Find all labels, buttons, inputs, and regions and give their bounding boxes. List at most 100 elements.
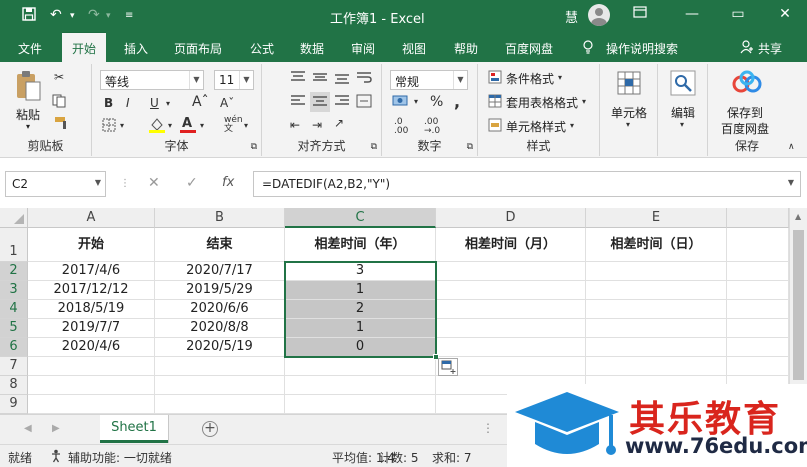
column-header-d[interactable]: D — [436, 208, 586, 228]
search-icon[interactable] — [670, 70, 696, 99]
font-dialog-launcher-icon[interactable]: ⧉ — [251, 142, 257, 152]
prev-sheet-icon[interactable]: ◀ — [24, 423, 32, 434]
baidu-netdisk-icon[interactable] — [732, 70, 762, 99]
user-name[interactable]: 慧 — [565, 7, 578, 26]
column-header-c[interactable]: C — [285, 208, 436, 228]
chevron-down-icon[interactable]: ▾ — [680, 120, 684, 129]
table-cell[interactable] — [436, 357, 586, 376]
font-color-icon[interactable]: A — [182, 116, 192, 131]
paste-dropdown-icon[interactable]: ▾ — [26, 122, 30, 131]
underline-dropdown-icon[interactable]: ▾ — [166, 99, 170, 108]
align-left-icon[interactable] — [290, 94, 306, 111]
table-cell[interactable]: 2017/4/6 — [28, 262, 155, 281]
table-cell-active[interactable]: 3 — [285, 262, 436, 281]
align-center-icon[interactable] — [310, 92, 330, 112]
table-cell[interactable]: 2017/12/12 — [28, 281, 155, 300]
table-cell[interactable] — [436, 300, 586, 319]
copy-icon[interactable] — [52, 94, 68, 111]
table-cell[interactable] — [436, 338, 586, 357]
table-cell[interactable] — [285, 395, 436, 414]
alignment-dialog-launcher-icon[interactable]: ⧉ — [371, 142, 377, 152]
tab-view[interactable]: 视图 — [402, 40, 426, 57]
table-cell[interactable] — [436, 319, 586, 338]
comma-style-icon[interactable]: , — [454, 92, 460, 111]
table-header-cell[interactable]: 相差时间（月） — [436, 228, 586, 262]
table-cell[interactable] — [28, 357, 155, 376]
font-name-select[interactable]: 等线 ▼ — [100, 70, 204, 90]
tab-formulas[interactable]: 公式 — [250, 40, 274, 57]
table-cell[interactable]: 2020/6/6 — [155, 300, 285, 319]
phonetic-dropdown-icon[interactable]: ▾ — [244, 121, 248, 130]
align-right-icon[interactable] — [334, 94, 350, 111]
row-header[interactable]: 6 — [0, 338, 28, 357]
increase-decimal-icon[interactable]: .0.00 — [394, 118, 408, 136]
add-sheet-icon[interactable]: + — [202, 421, 218, 437]
accounting-format-icon[interactable] — [392, 94, 410, 111]
borders-icon[interactable] — [102, 118, 116, 135]
borders-dropdown-icon[interactable]: ▾ — [120, 121, 124, 130]
increase-indent-icon[interactable]: ⇥ — [312, 118, 322, 132]
name-box[interactable]: C2 ▼ — [5, 171, 106, 197]
enter-formula-icon[interactable]: ✓ — [186, 175, 198, 191]
underline-icon[interactable]: U — [150, 96, 159, 110]
chevron-down-icon[interactable]: ▾ — [626, 120, 630, 129]
row-header[interactable]: 2 — [0, 262, 28, 281]
table-cell[interactable] — [586, 300, 727, 319]
table-cell[interactable] — [285, 376, 436, 395]
table-cell[interactable]: 2018/5/19 — [28, 300, 155, 319]
table-cell[interactable]: 2020/7/17 — [155, 262, 285, 281]
table-cell[interactable] — [436, 262, 586, 281]
table-cell[interactable] — [155, 357, 285, 376]
table-cell[interactable]: 2020/5/19 — [155, 338, 285, 357]
redo-dropdown-icon[interactable]: ▾ — [106, 11, 111, 21]
collapse-ribbon-icon[interactable]: ∧ — [788, 142, 795, 152]
table-cell[interactable] — [586, 357, 727, 376]
minimize-icon[interactable]: — — [682, 6, 702, 22]
redo-icon[interactable]: ↷ — [88, 7, 100, 23]
accounting-dropdown-icon[interactable]: ▾ — [414, 97, 418, 106]
paste-icon[interactable] — [14, 70, 42, 105]
decrease-indent-icon[interactable]: ⇤ — [290, 118, 300, 132]
table-cell[interactable] — [586, 319, 727, 338]
table-cell[interactable] — [586, 262, 727, 281]
cell-styles-button[interactable]: 单元格样式 — [506, 118, 566, 135]
table-cell[interactable] — [727, 319, 789, 338]
tab-file[interactable]: 文件 — [18, 40, 42, 57]
table-cell[interactable] — [727, 300, 789, 319]
chevron-down-icon[interactable]: ▾ — [570, 121, 574, 130]
customize-toolbar-icon[interactable]: ≡ — [125, 10, 133, 21]
conditional-format-button[interactable]: 条件格式 — [506, 70, 554, 87]
increase-font-icon[interactable]: Aˆ — [192, 94, 209, 110]
table-cell[interactable] — [285, 357, 436, 376]
share-button[interactable]: 共享 — [758, 40, 782, 57]
align-top-icon[interactable] — [290, 70, 306, 87]
table-cell[interactable] — [727, 262, 789, 281]
insert-function-icon[interactable]: fx — [222, 175, 234, 190]
font-color-dropdown-icon[interactable]: ▾ — [200, 121, 204, 130]
row-header[interactable]: 4 — [0, 300, 28, 319]
tab-help[interactable]: 帮助 — [454, 40, 478, 57]
sheet-bar-splitter-icon[interactable]: ⋮ — [482, 421, 494, 435]
table-cell[interactable]: 1 — [285, 319, 436, 338]
table-cell[interactable] — [155, 376, 285, 395]
table-cell[interactable] — [155, 395, 285, 414]
table-cell[interactable] — [727, 228, 789, 262]
paste-label[interactable]: 粘贴 — [16, 106, 40, 123]
format-as-table-button[interactable]: 套用表格格式 — [506, 94, 578, 111]
chevron-down-icon[interactable]: ▾ — [558, 73, 562, 82]
undo-icon[interactable]: ↶ — [50, 7, 62, 23]
table-cell[interactable] — [28, 395, 155, 414]
table-cell[interactable] — [727, 357, 789, 376]
select-all-button[interactable] — [0, 208, 28, 228]
chevron-down-icon[interactable]: ▾ — [582, 97, 586, 106]
table-cell[interactable]: 2020/8/8 — [155, 319, 285, 338]
decrease-decimal-icon[interactable]: .00 →.0 — [424, 118, 440, 136]
cell-styles-icon[interactable] — [488, 118, 502, 135]
table-cell[interactable] — [586, 281, 727, 300]
editing-button-label[interactable]: 编辑 — [671, 104, 695, 121]
save-to-baidu-label-2[interactable]: 百度网盘 — [721, 120, 769, 137]
scroll-up-icon[interactable]: ▲ — [795, 212, 801, 221]
table-cell[interactable] — [28, 376, 155, 395]
table-cell[interactable] — [727, 338, 789, 357]
table-cell[interactable]: 2019/7/7 — [28, 319, 155, 338]
